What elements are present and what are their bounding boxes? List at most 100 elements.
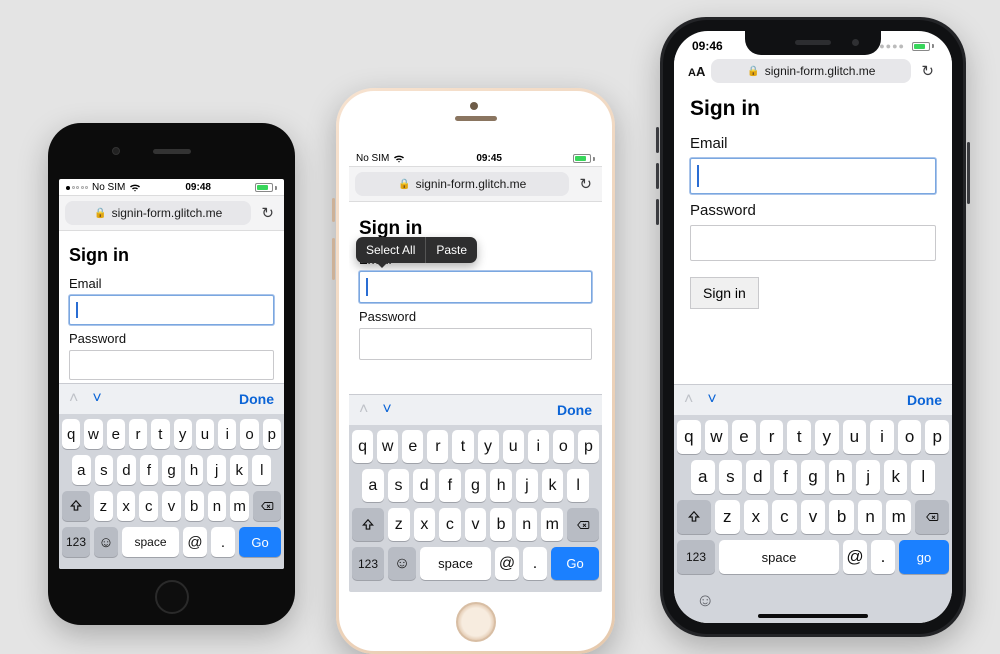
key-h[interactable]: h bbox=[829, 460, 853, 494]
go-key[interactable]: Go bbox=[551, 547, 599, 580]
key-w[interactable]: w bbox=[705, 420, 729, 454]
numbers-key[interactable]: 123 bbox=[62, 527, 90, 557]
key-c[interactable]: c bbox=[439, 508, 461, 541]
email-field[interactable] bbox=[690, 158, 936, 194]
reload-icon[interactable]: ↻ bbox=[575, 175, 596, 193]
at-key[interactable]: @ bbox=[843, 540, 867, 574]
select-all-menu-item[interactable]: Select All bbox=[356, 237, 425, 263]
key-o[interactable]: o bbox=[553, 430, 574, 463]
key-d[interactable]: d bbox=[746, 460, 770, 494]
keyboard-done-button[interactable]: Done bbox=[907, 392, 942, 408]
password-field[interactable] bbox=[690, 225, 936, 261]
key-r[interactable]: r bbox=[129, 419, 147, 449]
paste-menu-item[interactable]: Paste bbox=[426, 237, 477, 263]
key-x[interactable]: x bbox=[117, 491, 136, 521]
key-h[interactable]: h bbox=[185, 455, 204, 485]
key-y[interactable]: y bbox=[174, 419, 192, 449]
key-z[interactable]: z bbox=[94, 491, 113, 521]
key-o[interactable]: o bbox=[898, 420, 922, 454]
key-b[interactable]: b bbox=[185, 491, 204, 521]
prev-field-chevron-icon[interactable]: ˄ bbox=[359, 401, 368, 419]
key-s[interactable]: s bbox=[95, 455, 114, 485]
key-j[interactable]: j bbox=[516, 469, 538, 502]
key-g[interactable]: g bbox=[465, 469, 487, 502]
home-button[interactable] bbox=[155, 580, 189, 614]
space-key[interactable]: space bbox=[420, 547, 491, 580]
key-u[interactable]: u bbox=[503, 430, 524, 463]
backspace-key[interactable] bbox=[567, 508, 599, 541]
key-j[interactable]: j bbox=[856, 460, 880, 494]
shift-key[interactable] bbox=[677, 500, 711, 534]
signin-button[interactable]: Sign in bbox=[690, 277, 759, 309]
address-bar[interactable]: 🔒 signin-form.glitch.me ↻ bbox=[59, 195, 284, 231]
key-l[interactable]: l bbox=[911, 460, 935, 494]
emoji-key[interactable]: ☺ bbox=[696, 590, 714, 611]
key-o[interactable]: o bbox=[240, 419, 258, 449]
key-d[interactable]: d bbox=[413, 469, 435, 502]
go-key[interactable]: go bbox=[899, 540, 949, 574]
key-p[interactable]: p bbox=[925, 420, 949, 454]
url-pill[interactable]: 🔒 signin-form.glitch.me bbox=[65, 201, 251, 225]
key-k[interactable]: k bbox=[884, 460, 908, 494]
at-key[interactable]: @ bbox=[183, 527, 207, 557]
key-b[interactable]: b bbox=[490, 508, 512, 541]
key-j[interactable]: j bbox=[207, 455, 226, 485]
key-a[interactable]: a bbox=[72, 455, 91, 485]
key-z[interactable]: z bbox=[715, 500, 740, 534]
key-q[interactable]: q bbox=[352, 430, 373, 463]
email-field[interactable] bbox=[69, 295, 274, 325]
dot-key[interactable]: . bbox=[523, 547, 547, 580]
numbers-key[interactable]: 123 bbox=[352, 547, 384, 580]
password-field[interactable] bbox=[69, 350, 274, 380]
numbers-key[interactable]: 123 bbox=[677, 540, 715, 574]
next-field-chevron-icon[interactable]: ˅ bbox=[382, 401, 391, 419]
prev-field-chevron-icon[interactable]: ˄ bbox=[684, 391, 693, 409]
at-key[interactable]: @ bbox=[495, 547, 519, 580]
key-f[interactable]: f bbox=[774, 460, 798, 494]
key-z[interactable]: z bbox=[388, 508, 410, 541]
key-w[interactable]: w bbox=[377, 430, 398, 463]
key-n[interactable]: n bbox=[208, 491, 227, 521]
key-x[interactable]: x bbox=[414, 508, 436, 541]
key-e[interactable]: e bbox=[402, 430, 423, 463]
space-key[interactable]: space bbox=[122, 527, 179, 557]
url-pill[interactable]: 🔒 signin-form.glitch.me bbox=[711, 59, 911, 83]
key-s[interactable]: s bbox=[388, 469, 410, 502]
url-pill[interactable]: 🔒 signin-form.glitch.me bbox=[355, 172, 569, 196]
key-c[interactable]: c bbox=[772, 500, 797, 534]
key-p[interactable]: p bbox=[263, 419, 281, 449]
key-m[interactable]: m bbox=[541, 508, 563, 541]
key-u[interactable]: u bbox=[843, 420, 867, 454]
key-t[interactable]: t bbox=[452, 430, 473, 463]
key-e[interactable]: e bbox=[732, 420, 756, 454]
key-t[interactable]: t bbox=[787, 420, 811, 454]
next-field-chevron-icon[interactable]: ˅ bbox=[707, 391, 716, 409]
key-i[interactable]: i bbox=[218, 419, 236, 449]
key-t[interactable]: t bbox=[151, 419, 169, 449]
address-bar[interactable]: 🔒 signin-form.glitch.me ↻ bbox=[349, 166, 602, 202]
go-key[interactable]: Go bbox=[239, 527, 281, 557]
keyboard-done-button[interactable]: Done bbox=[557, 402, 592, 418]
key-m[interactable]: m bbox=[886, 500, 911, 534]
key-i[interactable]: i bbox=[528, 430, 549, 463]
home-indicator[interactable] bbox=[758, 614, 868, 618]
key-g[interactable]: g bbox=[801, 460, 825, 494]
reload-icon[interactable]: ↻ bbox=[257, 204, 278, 222]
text-size-button[interactable]: AA bbox=[688, 64, 705, 79]
key-l[interactable]: l bbox=[567, 469, 589, 502]
key-i[interactable]: i bbox=[870, 420, 894, 454]
backspace-key[interactable] bbox=[915, 500, 949, 534]
password-field[interactable] bbox=[359, 328, 592, 360]
address-bar[interactable]: AA 🔒 signin-form.glitch.me ↻ bbox=[674, 55, 952, 89]
key-r[interactable]: r bbox=[760, 420, 784, 454]
key-n[interactable]: n bbox=[858, 500, 883, 534]
key-u[interactable]: u bbox=[196, 419, 214, 449]
emoji-key[interactable]: ☺ bbox=[388, 547, 416, 580]
space-key[interactable]: space bbox=[719, 540, 839, 574]
key-v[interactable]: v bbox=[162, 491, 181, 521]
reload-icon[interactable]: ↻ bbox=[917, 62, 938, 80]
shift-key[interactable] bbox=[352, 508, 384, 541]
key-m[interactable]: m bbox=[230, 491, 249, 521]
key-k[interactable]: k bbox=[230, 455, 249, 485]
key-l[interactable]: l bbox=[252, 455, 271, 485]
